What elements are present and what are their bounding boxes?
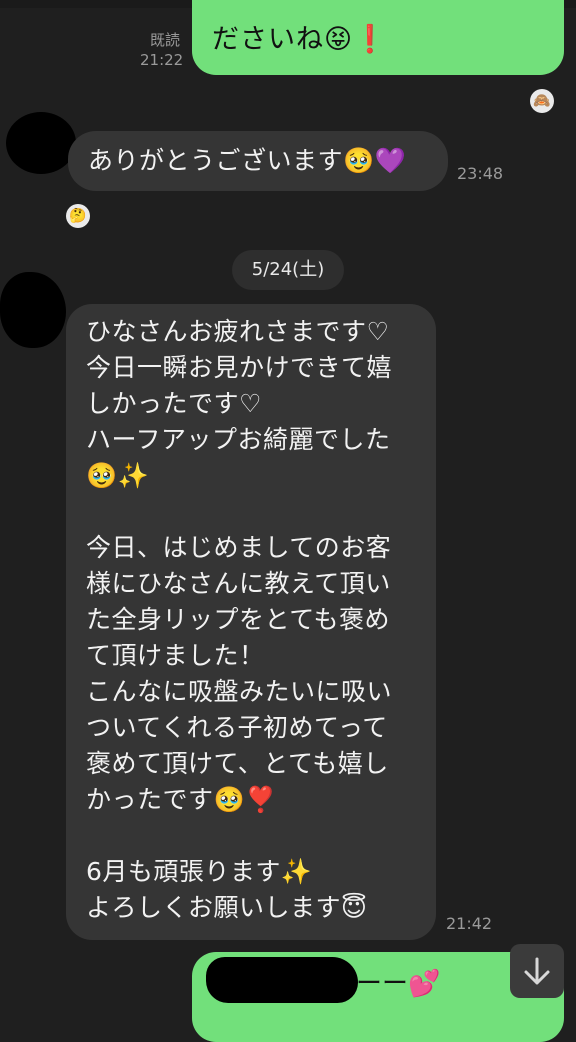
- exclamation-mark-icon: ❗: [353, 24, 388, 55]
- read-receipt: 既読: [150, 31, 181, 49]
- outgoing-message-top-text: ださいね😝❗: [212, 20, 388, 60]
- message-line: こんなに吸盤みたいに吸い: [86, 677, 393, 706]
- incoming-message-thanks-text: ありがとうございます🥹💜: [88, 146, 407, 175]
- date-separator: 5/24(土): [232, 250, 344, 290]
- message-line: 今日、はじめましてのお客: [86, 533, 392, 562]
- message-line: 6月も頑張ります✨: [86, 857, 313, 886]
- arrow-down-icon: [524, 957, 550, 985]
- message-line: [86, 818, 431, 854]
- thinking-face-icon[interactable]: 🤔: [66, 204, 90, 228]
- message-time: 21:22: [140, 51, 184, 69]
- laughing-face-icon: 😝: [324, 24, 354, 55]
- message-line: て頂けました！: [86, 641, 265, 670]
- outgoing-message-bottom-text: ーー💕: [356, 964, 440, 1004]
- avatar[interactable]: [0, 272, 66, 348]
- scroll-to-bottom-button[interactable]: [510, 944, 564, 998]
- message-line: かったです🥹❣️: [86, 785, 277, 814]
- message-line: ひなさんお疲れさまです♡: [86, 317, 390, 346]
- message-time: 23:48: [457, 164, 504, 183]
- message-line: 🥹✨: [86, 461, 150, 490]
- two-hearts-icon: 💕: [408, 969, 441, 999]
- message-text: ださいね: [212, 24, 324, 55]
- message-line: [86, 494, 431, 530]
- message-line: 褒めて頂けて、とても嬉し: [86, 749, 389, 778]
- date-label: 5/24(土): [251, 259, 325, 280]
- incoming-message-long-text: ひなさんお疲れさまです♡ 今日一瞬お見かけできて嬉 しかったです♡ ハーフアップお綺麗…: [86, 314, 431, 926]
- message-line: ついてくれる子初めてって: [86, 713, 388, 742]
- redacted-text-blot: [206, 957, 358, 1003]
- avatar[interactable]: [6, 112, 76, 174]
- message-line: 様にひなさんに教えて頂い: [86, 569, 391, 598]
- message-text: ーー: [356, 969, 409, 999]
- message-line: た全身リップをとても褒め: [86, 605, 391, 634]
- message-line: 今日一瞬お見かけできて嬉: [86, 353, 393, 382]
- message-line: よろしくお願いします😇: [86, 893, 368, 922]
- message-line: ハーフアップお綺麗でした: [86, 425, 391, 454]
- sticker-face-icon[interactable]: 🙈: [530, 89, 554, 113]
- message-line: しかったです♡: [86, 389, 262, 418]
- message-time: 21:42: [446, 914, 493, 933]
